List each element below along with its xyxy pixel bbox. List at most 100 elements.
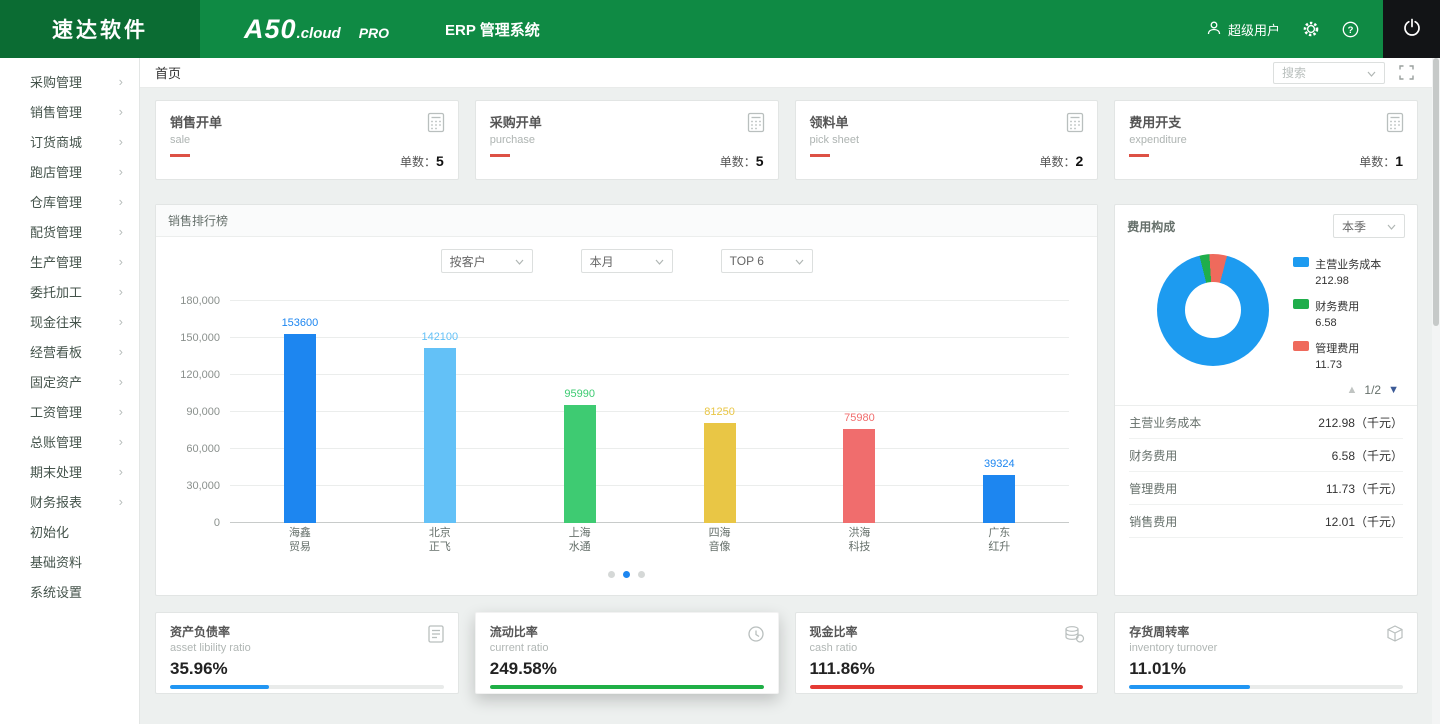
gridline <box>230 448 1069 449</box>
sidebar-item-基础资料[interactable]: 基础资料 <box>0 546 139 576</box>
expense-rows: 主营业务成本212.98（千元）财务费用6.58（千元）管理费用11.73（千元… <box>1115 406 1417 538</box>
chevron-right-icon: › <box>119 135 123 148</box>
y-tick-label: 60,000 <box>186 443 220 455</box>
sidebar-item-系统设置[interactable]: 系统设置 <box>0 576 139 606</box>
user-menu[interactable]: 超级用户 <box>1206 20 1280 39</box>
username: 超级用户 <box>1228 20 1280 39</box>
bar-value-label: 153600 <box>282 317 319 329</box>
y-tick-label: 120,000 <box>180 369 220 381</box>
chevron-right-icon: › <box>119 435 123 448</box>
sidebar-item-期末处理[interactable]: 期末处理› <box>0 456 139 486</box>
kpi-progress-track <box>810 685 1084 689</box>
logout-power-button[interactable] <box>1383 0 1440 58</box>
user-icon <box>1206 20 1222 39</box>
sidebar-item-生产管理[interactable]: 生产管理› <box>0 246 139 276</box>
stat-card-subtitle: purchase <box>490 134 764 146</box>
pager-up-icon[interactable]: ▲ <box>1347 384 1358 396</box>
sidebar-item-label: 固定资产 <box>30 372 82 391</box>
stat-card-title: 采购开单 <box>490 112 764 131</box>
fullscreen-icon[interactable] <box>1399 65 1414 80</box>
bar-上海水通[interactable] <box>564 405 596 523</box>
bar-洪海科技[interactable] <box>843 429 875 523</box>
expense-row-label: 主营业务成本 <box>1129 414 1201 431</box>
filter-select-本月[interactable]: 本月 <box>581 249 673 273</box>
expense-donut-chart[interactable] <box>1157 254 1269 366</box>
count-label: 单数： <box>400 155 436 169</box>
sidebar-item-label: 系统设置 <box>30 582 82 601</box>
bar-北京正飞[interactable] <box>424 348 456 523</box>
sidebar-item-委托加工[interactable]: 委托加工› <box>0 276 139 306</box>
y-tick-label: 150,000 <box>180 332 220 344</box>
kpi-progress-track <box>1129 685 1403 689</box>
chevron-right-icon: › <box>119 105 123 118</box>
pager-down-icon[interactable]: ▼ <box>1388 384 1399 396</box>
gridline <box>230 300 1069 301</box>
carousel-dot-1[interactable] <box>608 571 615 578</box>
red-dash <box>170 154 190 157</box>
page-scrollbar[interactable] <box>1432 58 1440 724</box>
filter-select-TOP 6[interactable]: TOP 6 <box>721 249 813 273</box>
sidebar-item-跑店管理[interactable]: 跑店管理› <box>0 156 139 186</box>
sidebar-item-label: 总账管理 <box>30 432 82 451</box>
kpi-title: 存货周转率 <box>1129 623 1403 640</box>
sidebar-item-label: 现金往来 <box>30 312 82 331</box>
category-label: 上海水通 <box>510 527 650 555</box>
sidebar-item-经营看板[interactable]: 经营看板› <box>0 336 139 366</box>
legend-value: 11.73 <box>1315 359 1359 371</box>
sidebar-item-初始化[interactable]: 初始化 <box>0 516 139 546</box>
bar-广东红升[interactable] <box>983 475 1015 523</box>
sidebar-item-固定资产[interactable]: 固定资产 › <box>0 366 139 396</box>
calculator-icon <box>1385 112 1405 138</box>
sidebar-item-现金往来[interactable]: 现金往来› <box>0 306 139 336</box>
search-placeholder: 搜索 <box>1282 64 1306 81</box>
kpi-progress-fill <box>810 685 1084 689</box>
kpi-subtitle: inventory turnover <box>1129 642 1403 654</box>
sidebar-item-订货商城[interactable]: 订货商城› <box>0 126 139 156</box>
filter-value: TOP 6 <box>730 254 764 268</box>
kpi-subtitle: asset libility ratio <box>170 642 444 654</box>
sidebar-item-财务报表[interactable]: 财务报表› <box>0 486 139 516</box>
category-label: 海鑫贸易 <box>230 527 370 555</box>
filter-select-按客户[interactable]: 按客户 <box>441 249 533 273</box>
stat-card-领料单: 领料单pick sheet单数：2 <box>795 100 1099 180</box>
brand-badge: PRO <box>359 25 389 41</box>
chevron-right-icon: › <box>119 405 123 418</box>
sidebar-item-采购管理[interactable]: 采购管理› <box>0 66 139 96</box>
breadcrumb-home-tab[interactable]: 首页 <box>155 63 181 82</box>
carousel-dot-2[interactable] <box>623 571 630 578</box>
stat-card-title: 领料单 <box>810 112 1084 131</box>
carousel-dot-3[interactable] <box>638 571 645 578</box>
sidebar-item-配货管理[interactable]: 配货管理› <box>0 216 139 246</box>
sidebar-item-销售管理[interactable]: 销售管理› <box>0 96 139 126</box>
chevron-right-icon: › <box>119 375 123 388</box>
current-ratio-icon <box>746 624 766 649</box>
bar-四海音像[interactable] <box>704 423 736 523</box>
expense-row-财务费用: 财务费用6.58（千元） <box>1129 439 1403 472</box>
bar-海鑫贸易[interactable] <box>284 334 316 523</box>
svg-text:?: ? <box>1348 25 1354 36</box>
sidebar-item-总账管理[interactable]: 总账管理 › <box>0 426 139 456</box>
stat-card-count: 单数：5 <box>400 153 444 170</box>
app-header: 速达软件 A50 .cloud PRO ERP 管理系统 超级用户 <box>0 0 1440 58</box>
kpi-card-流动比率: 流动比率current ratio249.58% <box>475 612 779 694</box>
settings-gear-icon[interactable] <box>1302 20 1320 38</box>
stat-card-费用开支: 费用开支expenditure单数：1 <box>1114 100 1418 180</box>
search-select[interactable]: 搜索 <box>1273 62 1385 84</box>
period-select[interactable]: 本季 <box>1333 214 1405 238</box>
help-icon[interactable]: ? <box>1342 21 1359 38</box>
pager-label: 1/2 <box>1364 383 1381 397</box>
sidebar-item-工资管理[interactable]: 工资管理› <box>0 396 139 426</box>
expense-title: 费用构成 <box>1127 218 1175 235</box>
sidebar-item-仓库管理[interactable]: 仓库管理› <box>0 186 139 216</box>
legend-item-主营业务成本: 主营业务成本212.98 <box>1293 256 1381 287</box>
ratio-doc-icon <box>426 624 446 649</box>
expense-row-管理费用: 管理费用11.73（千元） <box>1129 472 1403 505</box>
scrollbar-thumb[interactable] <box>1433 58 1439 326</box>
expense-row-value: 11.73（千元） <box>1326 480 1403 497</box>
count-label: 单数： <box>1359 155 1395 169</box>
expense-row-label: 财务费用 <box>1129 447 1177 464</box>
bar-value-label: 142100 <box>421 331 458 343</box>
chevron-right-icon: › <box>119 195 123 208</box>
stat-card-采购开单: 采购开单purchase单数：5 <box>475 100 779 180</box>
chevron-down-icon <box>1367 66 1376 80</box>
